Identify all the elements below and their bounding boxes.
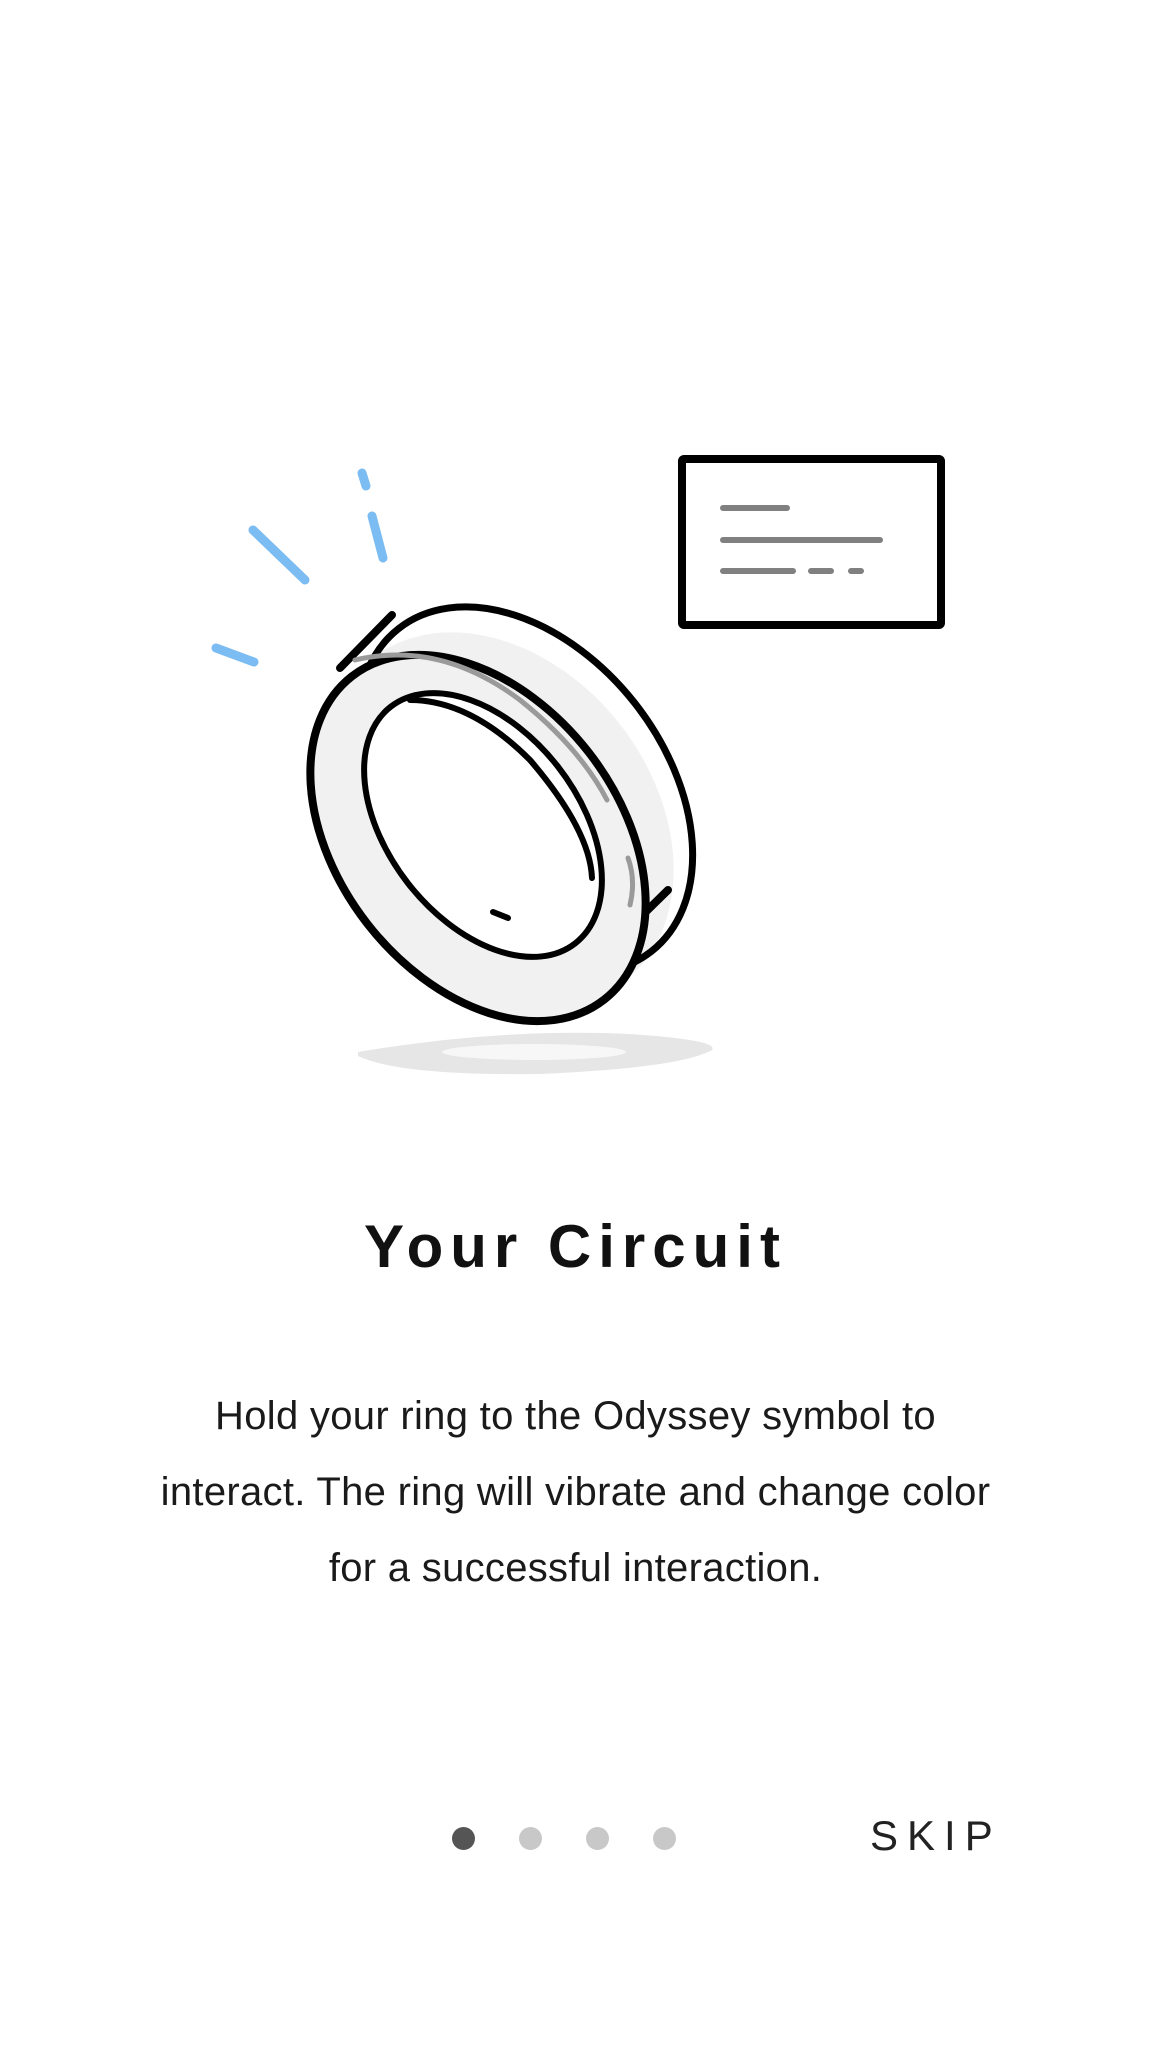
page-dot-4[interactable] <box>653 1826 676 1850</box>
vibration-lines-icon <box>211 468 388 667</box>
card-icon <box>678 455 945 629</box>
page-dot-3[interactable] <box>586 1826 609 1850</box>
onboarding-illustration <box>211 455 945 1075</box>
onboarding-description: Hold your ring to the Odyssey symbol to … <box>160 1394 991 1590</box>
shadow-icon <box>358 1032 713 1075</box>
page-indicator <box>452 1824 676 1852</box>
page-dot-2[interactable] <box>519 1826 542 1850</box>
page-dot-1[interactable] <box>452 1826 475 1850</box>
page-title: Your Circuit <box>364 1213 787 1280</box>
skip-button[interactable]: SKIP <box>870 1812 1002 1860</box>
